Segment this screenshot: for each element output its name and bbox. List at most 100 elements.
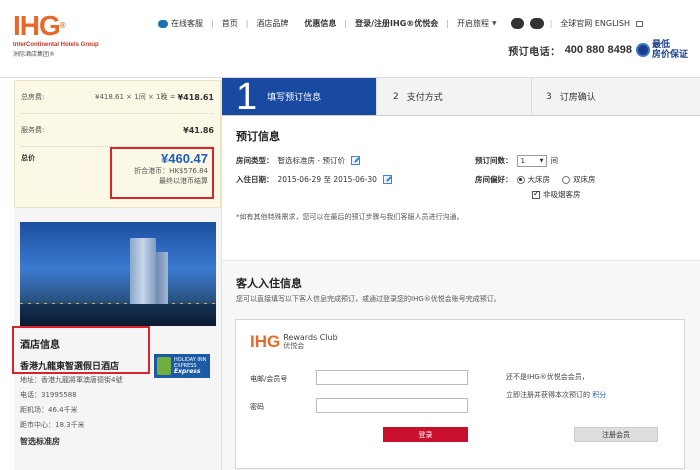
room-type-row: 房间类型： 智选标准房 - 预订价 预订间数： 1 ▼ 间 bbox=[236, 153, 686, 168]
step-1-number: 1 bbox=[236, 75, 258, 118]
guest-info-desc: 您可以直接填写以下客人信息完成预订，或通过登录您的IHG®优悦会账号完成预订。 bbox=[236, 295, 501, 303]
register-promo: 立即注册并获得本次预订的 积分 bbox=[506, 391, 607, 399]
edit-dates-icon[interactable] bbox=[382, 175, 392, 184]
rewards-club-logo: IHG Rewards Club 优悦会 bbox=[250, 332, 338, 351]
register-prompt: 还不是IHG®优悦会会员， bbox=[506, 373, 589, 381]
step-2-label: 支付方式 bbox=[406, 93, 443, 103]
pref-twin-radio[interactable] bbox=[562, 175, 570, 184]
rooms-label: 预订间数： bbox=[475, 156, 513, 165]
guest-info-title: 客人入住信息 bbox=[236, 277, 302, 290]
non-smoking-label: 非吸烟客房 bbox=[543, 190, 581, 199]
logo-mark: IHG® bbox=[13, 10, 66, 41]
booking-info-title: 预订信息 bbox=[236, 130, 280, 143]
room-charge-value: ¥418.61 bbox=[177, 92, 214, 102]
pref-king-label: 大床房 bbox=[527, 175, 551, 184]
logo-en-text: InterContinental Hotels Group bbox=[13, 42, 99, 48]
hotel-photo bbox=[20, 222, 216, 326]
booking-info-section: 预订信息 房间类型： 智选标准房 - 预订价 预订间数： 1 ▼ 间 入住日期：… bbox=[222, 116, 700, 234]
rooms-unit: 间 bbox=[550, 156, 559, 165]
hotel-address: 地址：香港九龍將軍澳唐德街4號 bbox=[20, 376, 123, 384]
booking-summary-sidebar: 总房费: ¥418.61 × 1间 × 1晚 = ¥418.61 服务费: ¥4… bbox=[12, 80, 222, 470]
wechat-icon[interactable] bbox=[529, 18, 544, 29]
grand-total-value: ¥460.47 bbox=[161, 151, 208, 166]
best-price-line1: 最低 bbox=[651, 40, 670, 50]
best-price-badge-icon bbox=[635, 43, 650, 57]
rooms-count: 预订间数： 1 ▼ 间 bbox=[475, 154, 559, 167]
hotel-room-type: 智选标准房 bbox=[20, 437, 60, 446]
step-3[interactable]: 3 订房确认 bbox=[531, 78, 700, 116]
service-fee-row: 服务费: ¥41.86 bbox=[21, 114, 214, 147]
hkd-equivalent: 折合港币：HK$576.84 bbox=[134, 167, 208, 175]
email-field[interactable] bbox=[316, 370, 468, 385]
dates-label: 入住日期： bbox=[236, 175, 274, 184]
hotel-info-highlight bbox=[12, 326, 150, 374]
password-field[interactable] bbox=[316, 398, 468, 413]
booking-main: 1 填写预订信息 2 支付方式 3 订房确认 预订信息 房间类型： 智选标准房 … bbox=[222, 78, 700, 470]
pref-king-radio[interactable] bbox=[516, 175, 525, 184]
pref-label: 房间偏好： bbox=[475, 175, 513, 184]
step-2[interactable]: 2 支付方式 bbox=[376, 78, 531, 116]
register-button[interactable]: 注册会员 bbox=[574, 427, 658, 442]
room-charge-row: 总房费: ¥418.61 × 1间 × 1晚 = ¥418.61 bbox=[21, 81, 214, 114]
hkd-settlement-note: 最终以港币结算 bbox=[159, 177, 208, 185]
points-link[interactable]: 积分 bbox=[592, 391, 606, 399]
password-label: 密码 bbox=[250, 403, 264, 411]
leaf-icon bbox=[157, 357, 171, 375]
nav-brands[interactable]: 酒店品牌 bbox=[248, 18, 296, 29]
dates-row: 入住日期： 2015-06-29 至 2015-06-30 房间偏好： 大床房 … bbox=[236, 172, 686, 187]
site-header: IHG® InterContinental Hotels Group 洲际酒店集… bbox=[0, 0, 700, 78]
grand-total-box: ¥460.47 折合港币：HK$576.84 最终以港币结算 bbox=[110, 147, 214, 199]
hotel-phone: 电话：31995588 bbox=[20, 391, 77, 399]
service-fee-value: ¥41.86 bbox=[183, 125, 214, 135]
hotel-airport-distance: 距机场：46.4千米 bbox=[20, 406, 78, 414]
best-price-guarantee[interactable]: 最低 房价保证 bbox=[635, 40, 688, 60]
best-price-line2: 房价保证 bbox=[651, 50, 688, 60]
special-request-note: *如有其他特殊需求，您可以在最后的预订步骤与我们客服人员进行沟通。 bbox=[236, 213, 464, 221]
step-3-number: 3 bbox=[546, 91, 552, 102]
holiday-inn-express-logo: HOLIDAY INN EXPRESS Express bbox=[154, 354, 210, 378]
chat-bubble-icon bbox=[158, 19, 168, 28]
external-link-icon bbox=[636, 20, 644, 27]
step-3-label: 订房确认 bbox=[559, 93, 596, 103]
booking-steps: 1 填写预订信息 2 支付方式 3 订房确认 bbox=[222, 78, 700, 116]
email-label: 电邮/会员号 bbox=[250, 375, 288, 383]
nav-global-english[interactable]: 全球官网 ENGLISH bbox=[552, 18, 651, 29]
phone-number: 400 880 8498 bbox=[564, 44, 632, 56]
hotel-info: 酒店信息 香港九龍東智選假日酒店 HOLIDAY INN EXPRESS Expr… bbox=[12, 326, 221, 455]
guest-info-section: 客人入住信息 您可以直接填写以下客人信息完成预订，或通过登录您的IHG®优悦会账… bbox=[222, 260, 700, 470]
room-type-value: 智选标准房 - 预订价 bbox=[277, 156, 345, 165]
room-charge-label: 总房费: bbox=[21, 93, 45, 101]
nav-home[interactable]: 首页 bbox=[214, 18, 246, 29]
hotel-center-distance: 距市中心：18.3千米 bbox=[20, 421, 85, 429]
phone-label: 预订电话： bbox=[508, 46, 561, 58]
pref-twin-label: 双床房 bbox=[573, 175, 596, 184]
dates-value: 2015-06-29 至 2015-06-30 bbox=[277, 175, 377, 184]
non-smoking-row: 非吸烟客房 bbox=[236, 187, 686, 202]
nav-offers[interactable]: 优惠信息 bbox=[296, 18, 344, 29]
edit-room-icon[interactable] bbox=[350, 156, 360, 165]
weibo-icon[interactable] bbox=[510, 18, 524, 29]
chevron-down-icon: ▼ bbox=[539, 157, 544, 164]
login-button[interactable]: 登录 bbox=[383, 427, 468, 442]
top-nav: 在线客服 | 首页 | 酒店品牌 优惠信息 | 登录/注册IHG®优悦会 | 开… bbox=[150, 18, 651, 29]
rooms-select[interactable]: 1 ▼ bbox=[516, 154, 547, 167]
price-summary: 总房费: ¥418.61 × 1间 × 1晚 = ¥418.61 服务费: ¥4… bbox=[14, 80, 221, 208]
ihg-logo[interactable]: IHG® InterContinental Hotels Group 洲际酒店集… bbox=[13, 10, 103, 59]
step-1-label: 填写预订信息 bbox=[267, 93, 322, 103]
non-smoking-checkbox[interactable] bbox=[532, 189, 540, 199]
nav-online-support[interactable]: 在线客服 bbox=[150, 18, 211, 29]
grand-total-label: 总价 bbox=[21, 154, 35, 162]
service-fee-label: 服务费: bbox=[21, 126, 45, 134]
nav-login-register[interactable]: 登录/注册IHG®优悦会 bbox=[347, 18, 446, 29]
rewards-club-login: IHG Rewards Club 优悦会 电邮/会员号 密码 登录 还不是IHG®… bbox=[235, 319, 685, 469]
chevron-down-icon: ▼ bbox=[491, 20, 497, 27]
step-2-number: 2 bbox=[393, 91, 399, 102]
phone-row: 预订电话： 400 880 8498 最低 房价保证 bbox=[508, 40, 688, 60]
nav-itinerary[interactable]: 开启旅程 ▼ bbox=[449, 18, 505, 29]
room-type-label: 房间类型： bbox=[236, 156, 274, 165]
grand-total-row: 总价 ¥460.47 折合港币：HK$576.84 最终以港币结算 bbox=[21, 147, 214, 207]
logo-cn-text: 洲际酒店集团® bbox=[13, 51, 56, 58]
step-1[interactable]: 1 填写预订信息 bbox=[222, 78, 376, 116]
social-links bbox=[505, 18, 550, 29]
room-preference: 房间偏好： 大床房 双床房 bbox=[475, 174, 596, 185]
